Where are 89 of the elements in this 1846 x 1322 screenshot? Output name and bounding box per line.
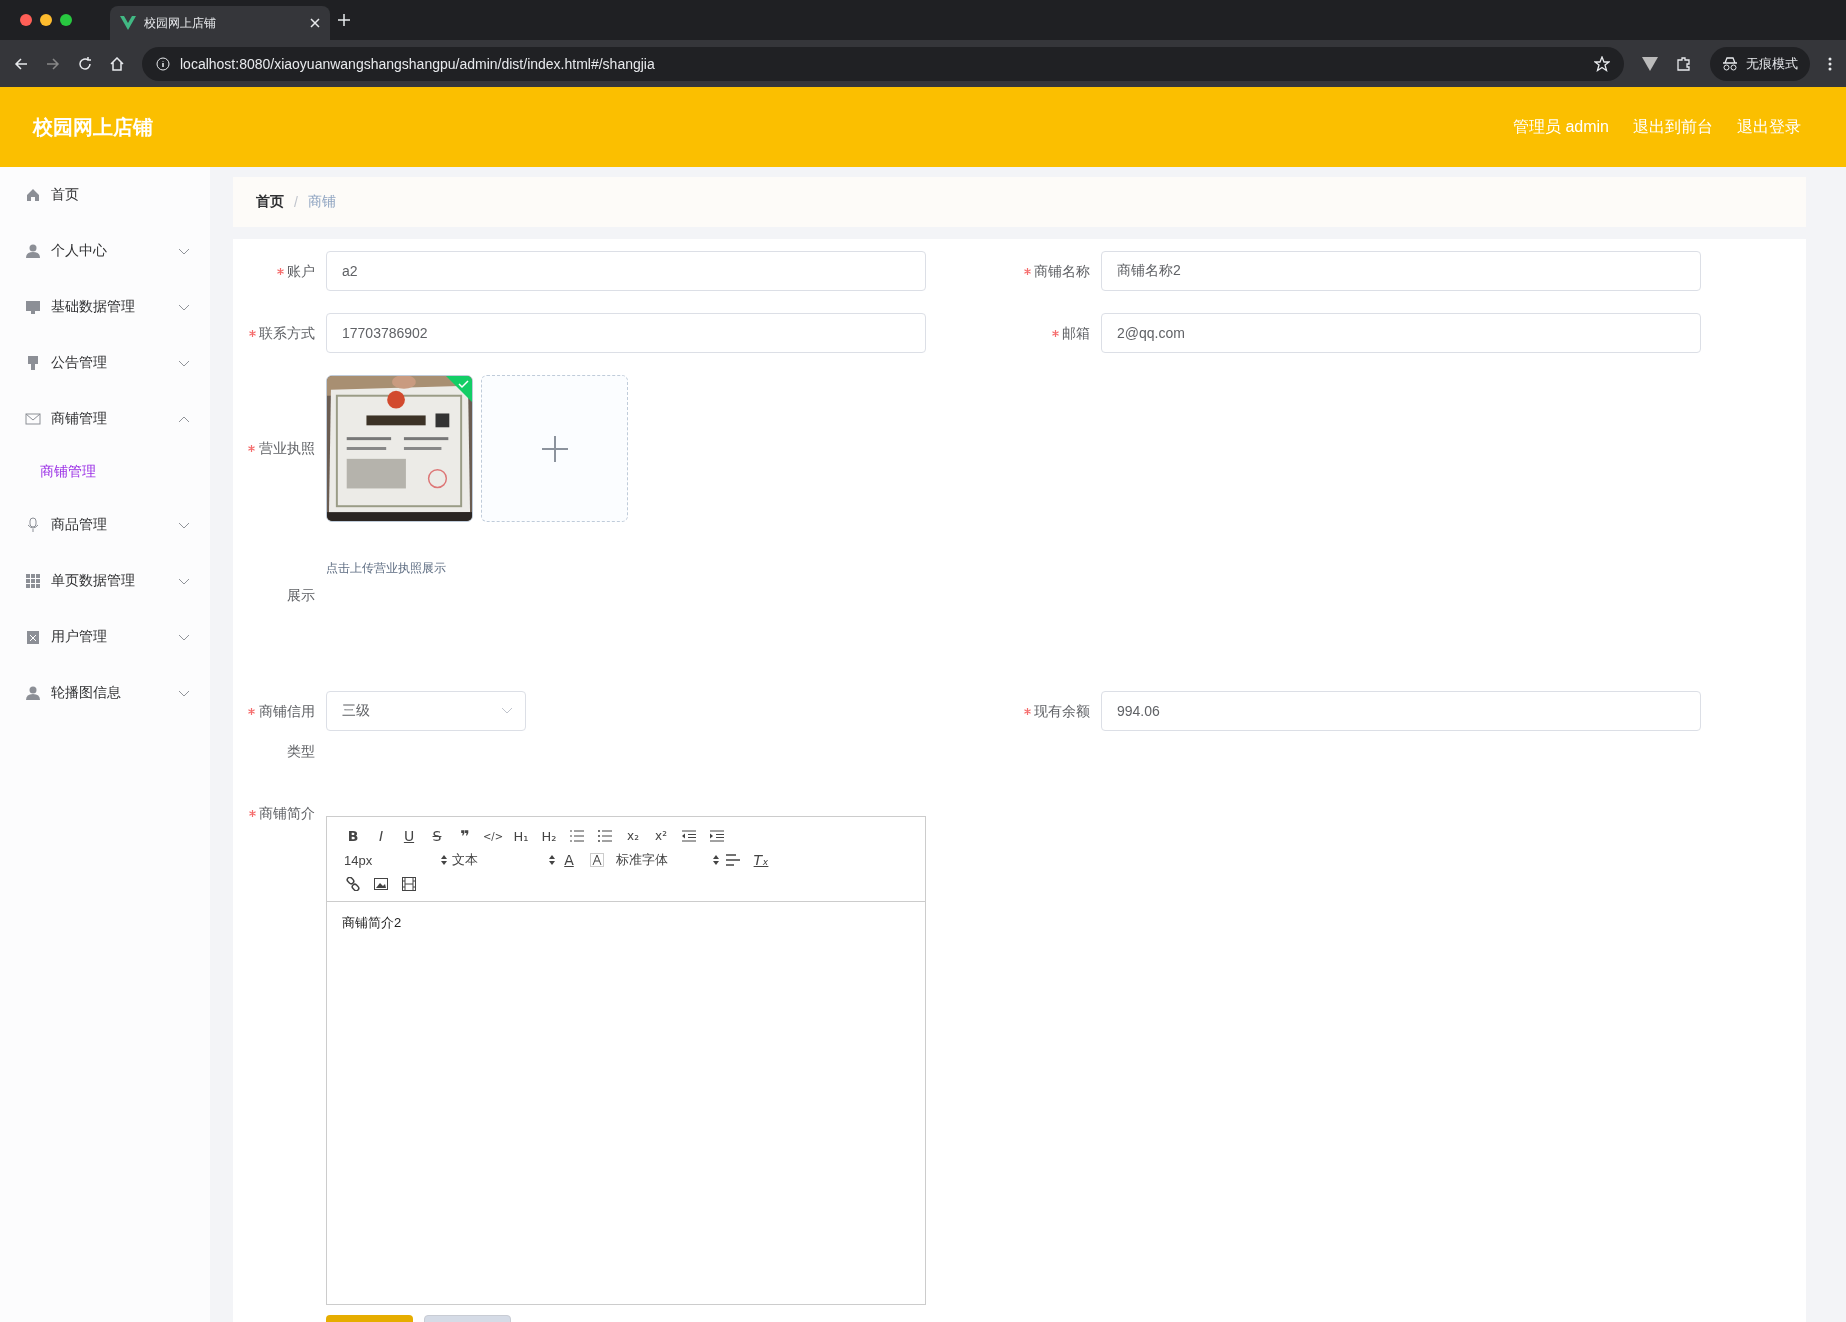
font-picker[interactable]: 标准字体	[611, 849, 719, 871]
field-label: 商铺简介	[259, 804, 315, 823]
indent-icon[interactable]	[710, 830, 724, 842]
triangle-icon[interactable]	[1642, 56, 1658, 71]
menu-item[interactable]: 公告管理	[0, 335, 210, 391]
star-icon[interactable]	[1594, 55, 1610, 72]
sort-arrows-icon	[713, 855, 719, 865]
menu-item[interactable]: 商品管理	[0, 497, 210, 553]
v-logo-icon	[120, 16, 136, 30]
plus-icon	[541, 435, 568, 462]
back-icon[interactable]	[14, 56, 28, 71]
menu-item[interactable]: 首页	[0, 167, 210, 223]
film-icon[interactable]	[402, 877, 416, 891]
text-field[interactable]: 商铺名称2	[1101, 251, 1701, 291]
font-picker[interactable]: 文本	[447, 849, 555, 871]
maximize-window-icon[interactable]	[60, 14, 72, 26]
minimize-window-icon[interactable]	[40, 14, 52, 26]
reload-icon[interactable]	[78, 56, 92, 71]
rich-text-editor[interactable]: B I U S ❞ </> H₁ H₂ x₂ x² 14px 文本 A 标准字体 Tₓ 商铺简介2	[326, 816, 926, 1305]
image-icon[interactable]	[374, 878, 388, 890]
close-window-icon[interactable]	[20, 14, 32, 26]
sort-arrows-icon	[549, 855, 555, 865]
menu-item[interactable]: 基础数据管理	[0, 279, 210, 335]
home-icon	[25, 187, 41, 203]
menu-item[interactable]: 个人中心	[0, 223, 210, 279]
puzzle-icon[interactable]	[1676, 55, 1692, 72]
menu-item[interactable]: 商铺管理	[0, 391, 210, 447]
text-field[interactable]: 994.06	[1101, 691, 1701, 731]
user-icon	[25, 243, 41, 259]
script-button[interactable]: x₂	[619, 825, 647, 847]
more-icon[interactable]	[1828, 56, 1832, 71]
forward-icon[interactable]	[46, 56, 60, 71]
text-field[interactable]: 2@qq.com	[1101, 313, 1701, 353]
info-icon[interactable]	[156, 56, 170, 71]
breadcrumb-item: 商铺	[307, 193, 336, 211]
list-icon[interactable]	[598, 830, 612, 842]
text-field[interactable]: a2	[326, 251, 926, 291]
monitor-icon	[25, 299, 41, 315]
envelope-icon	[25, 411, 41, 427]
field-label: 账户	[287, 262, 315, 281]
address-bar[interactable]: localhost:8080/xiaoyuanwangshangshangpu/admin/dist/index.html#/shangjia	[142, 46, 1624, 81]
select-field[interactable]: 三级	[326, 691, 526, 731]
microphone-icon	[25, 517, 41, 533]
field-label: 商铺名称	[1034, 262, 1090, 281]
sort-arrows-icon	[441, 855, 447, 865]
brush-icon	[25, 355, 41, 371]
heading-button[interactable]: H₂	[535, 825, 563, 847]
highlight-icon[interactable]	[590, 853, 604, 867]
home-icon[interactable]	[110, 56, 124, 71]
new-tab-icon[interactable]	[338, 14, 350, 26]
editor-text: 商铺简介2	[341, 914, 403, 932]
text-field[interactable]: 17703786902	[326, 313, 926, 353]
clipboard-icon	[25, 629, 41, 645]
app-title: 校园网上店铺	[33, 114, 154, 140]
italic-button[interactable]: I	[367, 825, 395, 847]
indent-icon[interactable]	[682, 830, 696, 842]
menu-item[interactable]: 轮播图信息	[0, 665, 210, 721]
underline-button[interactable]: U	[395, 825, 423, 847]
script-button[interactable]: x²	[647, 825, 675, 847]
bold-button[interactable]: B	[339, 825, 367, 847]
grid-icon	[25, 573, 41, 589]
field-label: 营业执照展示	[258, 439, 315, 605]
breadcrumb-item[interactable]: 首页	[256, 193, 284, 211]
font-picker[interactable]: 14px	[339, 849, 447, 871]
close-icon[interactable]	[310, 18, 320, 28]
menu-item[interactable]: 用户管理	[0, 609, 210, 665]
list-icon[interactable]	[570, 830, 584, 842]
text-color-button[interactable]: A	[555, 849, 583, 871]
field-label: 联系方式	[259, 324, 315, 343]
align-icon[interactable]	[726, 854, 740, 866]
browser-tab[interactable]: 校园网上店铺	[110, 6, 330, 40]
link-icon[interactable]	[346, 877, 360, 891]
upload-hint: 点击上传营业执照展示	[326, 560, 447, 577]
menu-item[interactable]: 单页数据管理	[0, 553, 210, 609]
incognito-icon	[1722, 56, 1738, 71]
user-icon	[25, 685, 41, 701]
breadcrumb-separator: /	[294, 194, 298, 210]
submenu-item[interactable]: 商铺管理	[0, 447, 210, 497]
field-label: 商铺信用类型	[258, 702, 315, 761]
heading-button[interactable]: H₁	[507, 825, 535, 847]
incognito-badge[interactable]: 无痕模式	[1710, 46, 1810, 81]
quote-button[interactable]: ❞	[451, 825, 479, 847]
tab-title: 校园网上店铺	[144, 14, 217, 32]
code-button[interactable]: </>	[479, 825, 507, 847]
field-label: 邮箱	[1062, 324, 1090, 343]
strike-button[interactable]: S	[423, 825, 451, 847]
field-label: 现有余额	[1034, 702, 1090, 721]
clear-format-button[interactable]: Tₓ	[747, 849, 775, 871]
chevron-icon	[501, 707, 513, 715]
